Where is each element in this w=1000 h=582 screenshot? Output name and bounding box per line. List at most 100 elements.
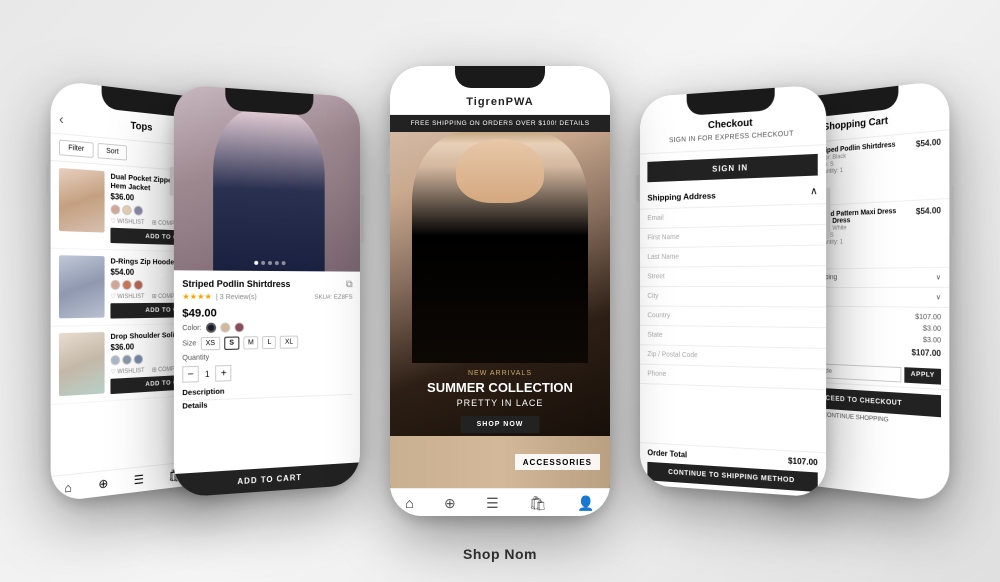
- back-icon[interactable]: ‹: [59, 110, 64, 127]
- hero-text-overlay: NEW ARRIVALS SUMMER COLLECTION PRETTY IN…: [407, 370, 594, 433]
- color-swatch[interactable]: [110, 280, 120, 290]
- color-swatch[interactable]: [134, 205, 143, 215]
- color-swatch[interactable]: [134, 280, 143, 290]
- city-field[interactable]: City: [640, 287, 826, 308]
- shop-nom-label-container: Shop Nom: [463, 546, 537, 564]
- hero-badge: NEW ARRIVALS: [407, 370, 594, 377]
- nav-home-icon[interactable]: ⌂: [405, 495, 413, 512]
- filter-button[interactable]: Filter: [59, 139, 93, 157]
- cart-item-price-2: $54.00: [916, 206, 941, 261]
- color-swatch-tan[interactable]: [220, 322, 230, 332]
- quantity-label: Quantity: [182, 351, 352, 362]
- expand-icon: ∨: [936, 273, 941, 281]
- image-carousel-dots: [254, 261, 285, 265]
- cart-item-price-1: $54.00: [916, 137, 941, 193]
- nav-user-icon[interactable]: 👤: [577, 495, 594, 512]
- accessories-preview: ACCESSORIES: [390, 436, 610, 488]
- quantity-increase[interactable]: +: [216, 365, 232, 382]
- hero-section: NEW ARRIVALS SUMMER COLLECTION PRETTY IN…: [390, 132, 610, 488]
- accessories-text: ACCESSORIES: [523, 458, 592, 467]
- search-icon[interactable]: ⊕: [98, 476, 108, 491]
- tax-value: $3.00: [923, 325, 941, 333]
- notch-center: [455, 66, 545, 88]
- rating-row: ★★★★ | 3 Review(s) SKU#: EZ8FS: [182, 292, 352, 303]
- color-swatch[interactable]: [134, 354, 143, 364]
- sign-in-button[interactable]: SIGN IN: [647, 154, 817, 182]
- wishlist-link-1[interactable]: ♡ WISHLIST: [110, 217, 144, 225]
- right1-content: Checkout SIGN IN FOR EXPRESS CHECKOUT SI…: [640, 84, 826, 498]
- carousel-dot-1[interactable]: [254, 261, 258, 265]
- center-content: TigrenPWA FREE SHIPPING ON ORDERS OVER $…: [390, 66, 610, 516]
- expand-icon-2: ∨: [936, 293, 941, 301]
- wishlist-link-2[interactable]: ♡ WISHLIST: [110, 293, 144, 300]
- left1-content: Striped Podlin Shirtdress ⧉ ★★★★ | 3 Rev…: [174, 84, 360, 498]
- product-sku: SKU#: EZ8FS: [314, 294, 352, 301]
- nav-search-icon[interactable]: ⊕: [444, 495, 456, 512]
- total-value: $107.00: [911, 348, 941, 358]
- size-s[interactable]: S: [224, 336, 239, 349]
- first-name-field[interactable]: First Name: [640, 225, 826, 249]
- nav-menu-icon[interactable]: ☰: [486, 495, 499, 512]
- quantity-decrease[interactable]: −: [182, 366, 199, 383]
- nav-cart-icon[interactable]: 🛍: [529, 495, 547, 512]
- quantity-value: 1: [205, 369, 210, 378]
- shop-now-button[interactable]: SHOP NOW: [461, 416, 540, 433]
- order-total-value: $107.00: [788, 456, 818, 467]
- product-thumbnail-3: [59, 332, 105, 396]
- size-xl[interactable]: XL: [280, 336, 298, 349]
- order-total-label: Order Total: [647, 448, 687, 459]
- color-row: Color:: [182, 321, 352, 333]
- hero-title: SUMMER COLLECTION: [407, 380, 594, 396]
- phone-center: TigrenPWA FREE SHIPPING ON ORDERS OVER $…: [390, 66, 610, 516]
- last-name-field[interactable]: Last Name: [640, 246, 826, 268]
- phones-container: ‹ Tops ⋮ Filter Sort ⊞ Dual Pocket Zippe…: [0, 0, 1000, 582]
- color-swatch[interactable]: [122, 205, 132, 216]
- collapse-icon[interactable]: ∧: [810, 186, 818, 198]
- sort-button[interactable]: Sort: [97, 143, 127, 161]
- hero-subtitle: PRETTY IN LACE: [407, 398, 594, 408]
- checkout-footer: Order Total $107.00 CONTINUE TO SHIPPING…: [640, 442, 826, 498]
- carousel-dot-2[interactable]: [261, 261, 265, 265]
- promo-text: FREE SHIPPING ON ORDERS OVER $100! DETAI…: [410, 120, 589, 127]
- copy-icon[interactable]: ⧉: [346, 279, 353, 290]
- subtotal-value: $107.00: [915, 314, 941, 322]
- product-detail-name: Striped Podlin Shirtdress: [182, 279, 290, 289]
- color-swatch[interactable]: [122, 280, 132, 290]
- wishlist-link-3[interactable]: ♡ WISHLIST: [110, 367, 144, 376]
- color-swatch[interactable]: [110, 355, 120, 366]
- size-xs[interactable]: XS: [200, 337, 220, 351]
- promo-banner[interactable]: FREE SHIPPING ON ORDERS OVER $100! DETAI…: [390, 115, 610, 132]
- color-swatch[interactable]: [122, 355, 132, 366]
- add-to-cart-main-button[interactable]: ADD TO CART: [174, 462, 360, 497]
- carousel-dot-5[interactable]: [282, 261, 286, 265]
- details-label: Details: [182, 400, 207, 410]
- color-swatch-dark[interactable]: [206, 323, 216, 333]
- apply-discount-button[interactable]: APPLY: [905, 367, 941, 384]
- size-m[interactable]: M: [243, 336, 259, 349]
- quantity-row: − 1 +: [182, 362, 352, 383]
- review-count: | 3 Review(s): [216, 294, 257, 301]
- shop-nom-text: Shop Nom: [463, 546, 537, 562]
- hero-woman-face: [456, 139, 544, 203]
- carousel-dot-4[interactable]: [275, 261, 279, 265]
- country-field[interactable]: Country: [640, 306, 826, 328]
- street-field[interactable]: Street: [640, 266, 826, 287]
- star-rating: ★★★★: [182, 292, 212, 301]
- color-swatch[interactable]: [110, 204, 120, 215]
- product-thumbnail-1: [59, 168, 105, 233]
- color-swatch-mauve[interactable]: [234, 322, 244, 332]
- cart-item-info-2: Mixed Pattern Maxi Dress Maxi Dress Colo…: [816, 207, 910, 262]
- phone-left1: Striped Podlin Shirtdress ⧉ ★★★★ | 3 Rev…: [174, 84, 360, 498]
- color-label: Color:: [182, 324, 201, 331]
- menu-icon[interactable]: ☰: [134, 472, 144, 487]
- shipping-address-label: Shipping Address: [647, 190, 715, 202]
- center-nav-bar: ⌂ ⊕ ☰ 🛍 👤: [390, 488, 610, 516]
- phone-right1: Checkout SIGN IN FOR EXPRESS CHECKOUT SI…: [640, 84, 826, 498]
- size-l[interactable]: L: [263, 336, 277, 349]
- home-icon[interactable]: ⌂: [64, 480, 71, 496]
- carousel-dot-3[interactable]: [268, 261, 272, 265]
- phone-field[interactable]: Phone: [640, 365, 826, 391]
- accessories-overlay: ACCESSORIES: [390, 436, 610, 488]
- product-detail-price: $49.00: [182, 307, 352, 320]
- product-thumbnail-2: [59, 255, 105, 318]
